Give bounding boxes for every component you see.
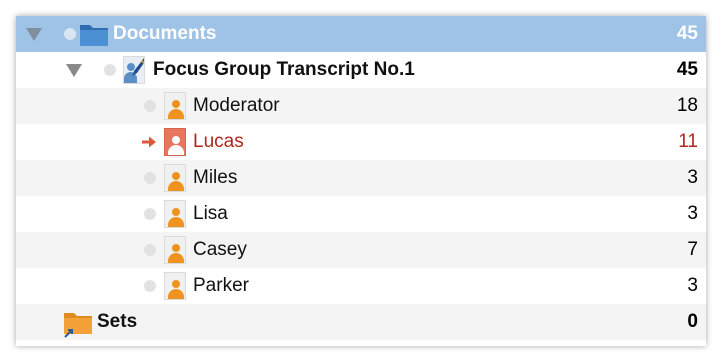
person-document-icon	[164, 236, 186, 264]
tree-row-speaker[interactable]: Moderator 18	[16, 88, 706, 124]
tree-row-label: Documents	[113, 23, 217, 44]
tree-row-label: Parker	[193, 275, 249, 296]
tree-row-count: 45	[676, 59, 698, 80]
tree-row-documents[interactable]: Documents 45	[16, 16, 706, 52]
tree-row-speaker[interactable]: Casey 7	[16, 232, 706, 268]
person-document-icon	[164, 272, 186, 300]
tree-row-count: 7	[687, 239, 698, 260]
document-edit-icon	[123, 56, 145, 84]
status-dot-icon	[144, 280, 156, 292]
tree-row-count: 3	[687, 203, 698, 224]
tree-row-count: 3	[687, 275, 698, 296]
status-dot-icon	[64, 28, 76, 40]
tree-row-count: 0	[687, 311, 698, 332]
status-dot-icon	[144, 208, 156, 220]
person-document-icon	[164, 92, 186, 120]
folder-icon	[80, 25, 108, 46]
arrow-right-icon	[142, 136, 156, 148]
tree-row-label: Lisa	[193, 203, 228, 224]
tree-row-count: 3	[687, 167, 698, 188]
tree-row-speaker[interactable]: Miles 3	[16, 160, 706, 196]
status-dot-icon	[144, 172, 156, 184]
person-document-icon	[164, 200, 186, 228]
status-dot-icon	[104, 64, 116, 76]
tree-row-count: 18	[676, 95, 698, 116]
tree-row-sets[interactable]: Sets 0	[16, 304, 706, 340]
tree-row-label: Focus Group Transcript No.1	[153, 59, 415, 80]
person-document-icon	[164, 128, 186, 156]
person-document-icon	[164, 164, 186, 192]
tree-row-label: Sets	[97, 311, 138, 332]
tree-row-label: Lucas	[193, 131, 244, 152]
tree-row-label: Moderator	[193, 95, 280, 116]
tree-row-count: 11	[678, 131, 698, 152]
tree-row-speaker[interactable]: Parker 3	[16, 268, 706, 304]
status-dot-icon	[144, 100, 156, 112]
tree-row-label: Casey	[193, 239, 247, 260]
tree-row-speaker[interactable]: Lisa 3	[16, 196, 706, 232]
tree-row-label: Miles	[193, 167, 238, 188]
folder-shortcut-icon	[64, 313, 92, 338]
tree-row-count: 45	[676, 23, 698, 44]
tree-row-speaker-active[interactable]: Lucas 11	[16, 124, 706, 160]
disclosure-triangle-icon[interactable]	[66, 64, 82, 77]
disclosure-triangle-icon[interactable]	[26, 28, 42, 41]
tree-row-document[interactable]: Focus Group Transcript No.1 45	[16, 52, 706, 88]
document-tree: Documents 45 Focus Group Transcript No.1…	[16, 16, 706, 346]
status-dot-icon	[144, 244, 156, 256]
